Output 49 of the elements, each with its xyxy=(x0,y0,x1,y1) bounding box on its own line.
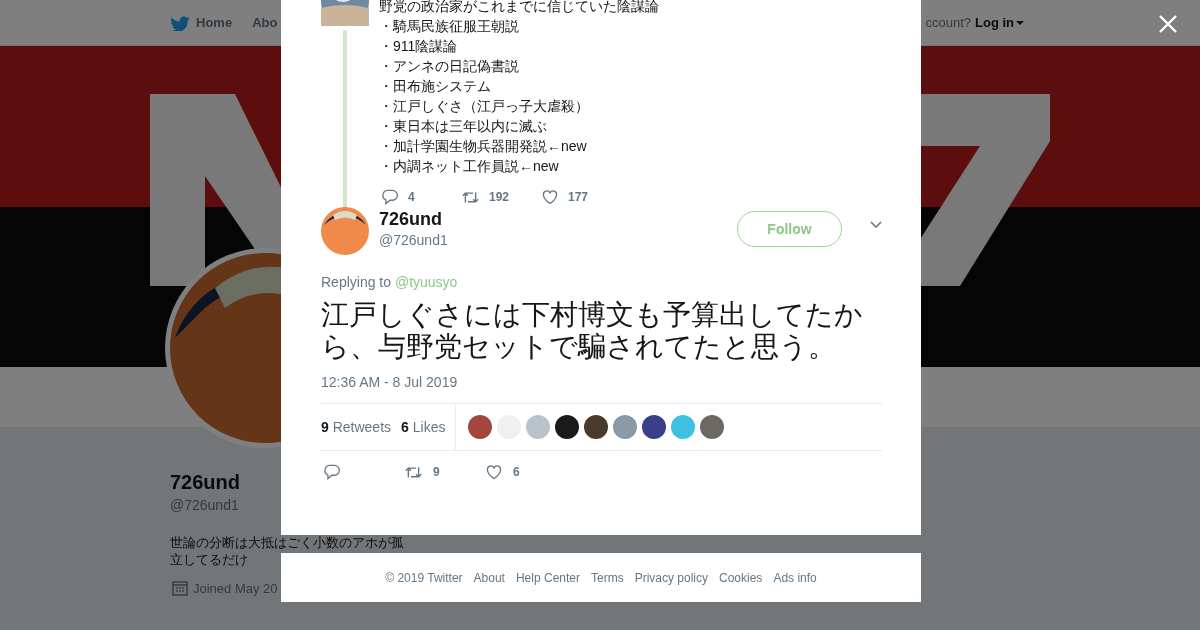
tweet-text-line: ・加計学園生物兵器開発説←new xyxy=(379,137,588,156)
footer-link[interactable]: Help Center xyxy=(515,570,580,585)
footer-link[interactable]: Terms xyxy=(591,570,624,585)
reply-icon xyxy=(323,463,341,481)
tweet-text-line: ・騎馬民族征服王朝説 xyxy=(379,17,520,36)
action-count: 6 xyxy=(513,465,520,479)
action-count: 192 xyxy=(489,190,510,204)
calendar-icon xyxy=(172,580,188,596)
user-name: 726und xyxy=(379,209,444,230)
liker-avatar[interactable] xyxy=(555,415,580,439)
footer-link[interactable]: About xyxy=(473,570,505,585)
user-handle: @726und1 xyxy=(379,232,449,248)
login-link[interactable]: Log in xyxy=(975,15,1024,30)
login-prompt: ccount? xyxy=(925,15,971,30)
close-button[interactable] xyxy=(1158,14,1178,34)
heart-icon xyxy=(485,463,503,481)
profile-handle: @726und1 xyxy=(170,497,239,513)
chevron-button[interactable] xyxy=(870,221,882,228)
stat-count[interactable]: 9 Retweets xyxy=(321,419,392,435)
nav-link[interactable]: Home xyxy=(170,14,233,31)
replying-label: Replying to xyxy=(321,274,392,290)
footer-link[interactable]: © 2019 Twitter xyxy=(385,570,463,585)
tweet-time: 12:36 AM - 8 Jul 2019 xyxy=(321,374,459,390)
nav-link[interactable]: Abo xyxy=(252,15,278,30)
tweet-text: 江戸しぐさには下村博文も予算出してたから、与野党セットで騙されてたと思う。 xyxy=(321,299,864,363)
action-count: 4 xyxy=(408,190,415,204)
tweet-text-line: ・アンネの日記偽書説 xyxy=(379,57,520,76)
tweet-text-line: ・東日本は三年以内に滅ぶ xyxy=(379,117,548,136)
tweet-text-line: ・江戸しぐさ（江戸っ子大虐殺） xyxy=(379,97,590,116)
footer-link[interactable]: Ads info xyxy=(773,570,817,585)
chevron-icon xyxy=(870,221,882,228)
footer-link[interactable]: Privacy policy xyxy=(634,570,708,585)
stat-count[interactable]: 6 Likes xyxy=(401,419,446,435)
tweet-text-line: ・田布施システム xyxy=(379,77,492,96)
profile-bio: 世論の分断は大抵はごく小数のアホが孤立してるだけ xyxy=(170,534,405,568)
joined-date: Joined May 20 xyxy=(193,580,278,596)
liker-avatar[interactable] xyxy=(642,415,667,439)
footer-link[interactable]: Cookies xyxy=(719,570,763,585)
tweet-text-line: ・911陰謀論 xyxy=(379,37,459,56)
caret-icon xyxy=(1016,20,1024,25)
liker-avatar[interactable] xyxy=(584,415,609,439)
action-count: 9 xyxy=(433,465,440,479)
reply-icon xyxy=(381,188,399,206)
heart-icon xyxy=(541,188,559,206)
bird-icon xyxy=(170,14,190,31)
tweet-text-line: ・内調ネット工作員説←new xyxy=(379,157,560,176)
action-count: 177 xyxy=(568,190,589,204)
liker-avatar[interactable] xyxy=(468,415,493,439)
profile-name: 726und xyxy=(170,471,241,494)
